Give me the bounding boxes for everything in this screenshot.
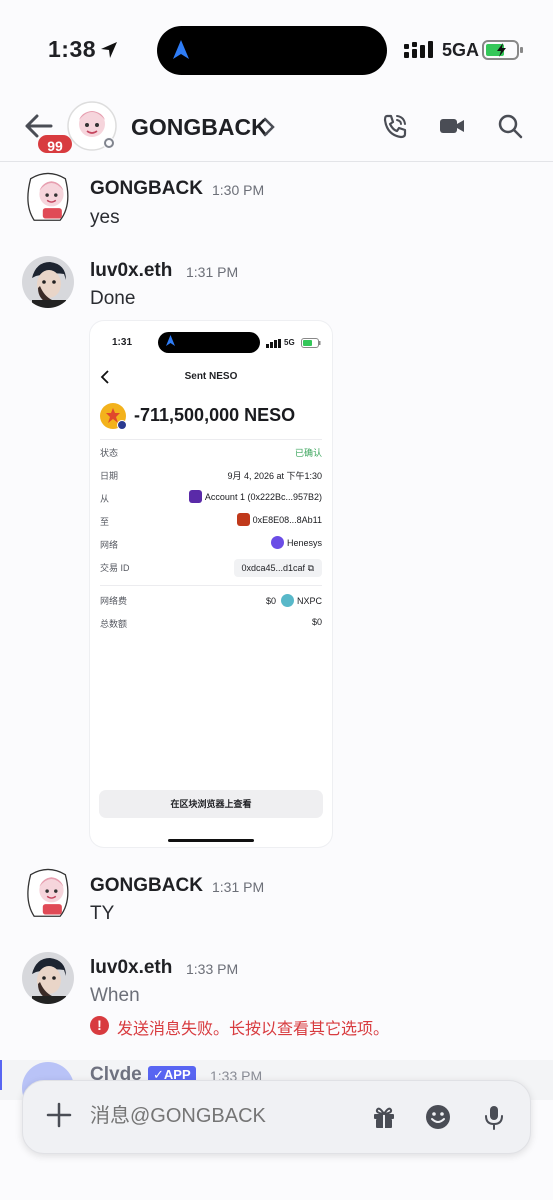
detail-label: 从 bbox=[100, 494, 110, 504]
divider bbox=[100, 585, 322, 586]
fee-amount: $0 bbox=[265, 596, 276, 606]
error-icon: ! bbox=[90, 1016, 109, 1035]
avatar[interactable] bbox=[22, 952, 74, 1004]
chevron-right-icon[interactable] bbox=[262, 117, 276, 137]
send-failed-message[interactable]: 发送消息失败。长按以查看其它选项。 bbox=[117, 1015, 389, 1039]
to-value: 0xE8E08...8Ab11 bbox=[236, 513, 322, 526]
signal-icon bbox=[404, 41, 433, 58]
neso-coin-icon bbox=[100, 403, 127, 430]
search-icon[interactable] bbox=[496, 112, 524, 140]
detail-label: 交易 ID bbox=[100, 563, 130, 573]
message-author[interactable]: luv0x.eth bbox=[90, 260, 172, 282]
navigation-arrow-icon bbox=[173, 40, 189, 59]
network-label: 5GA bbox=[442, 40, 480, 60]
from-value: Account 1 (0x222Bc...957B2) bbox=[188, 490, 322, 503]
date-value: 9月 4, 2026 at 下午1:30 bbox=[227, 471, 322, 481]
avatar[interactable] bbox=[22, 866, 74, 918]
total-value: $0 bbox=[311, 617, 322, 627]
to-address: 0xE8E08...8Ab11 bbox=[252, 515, 322, 525]
message-text: Done bbox=[90, 288, 136, 309]
detail-label: 至 bbox=[100, 517, 110, 527]
home-indicator bbox=[168, 839, 254, 842]
message-text: yes bbox=[90, 207, 120, 228]
message-author[interactable]: luv0x.eth bbox=[90, 957, 172, 979]
plus-icon[interactable] bbox=[46, 1102, 72, 1128]
from-address: Account 1 (0x222Bc...957B2) bbox=[204, 492, 322, 502]
message-timestamp: 1:30 PM bbox=[212, 182, 265, 198]
dynamic-island bbox=[157, 26, 387, 75]
network-fee-value: $0 NXPC bbox=[266, 594, 322, 607]
detail-label: 网络费 bbox=[100, 596, 128, 606]
tx-id-value: 0xdca45...d1caf bbox=[241, 563, 306, 573]
phone-icon[interactable] bbox=[381, 112, 409, 140]
message-timestamp: 1:31 PM bbox=[212, 879, 265, 895]
avatar[interactable] bbox=[22, 170, 74, 222]
status-bar: 1:38 5GA bbox=[0, 0, 553, 100]
status-value: 已确认 bbox=[294, 448, 322, 458]
detail-label: 网络 bbox=[100, 540, 119, 550]
detail-label: 日期 bbox=[100, 471, 119, 481]
view-on-explorer-button: 在区块浏览器上查看 bbox=[99, 790, 323, 818]
location-arrow-icon bbox=[101, 42, 117, 58]
detail-label: 总数额 bbox=[100, 619, 128, 629]
message-author[interactable]: GONGBACK bbox=[90, 178, 203, 200]
avatar[interactable] bbox=[66, 100, 118, 152]
battery-icon bbox=[301, 338, 321, 348]
screenshot-status-time: 1:31 bbox=[112, 337, 133, 348]
copy-icon: ⧉ bbox=[307, 563, 314, 573]
fee-token: NXPC bbox=[296, 596, 322, 606]
message-text: TY bbox=[90, 903, 115, 924]
video-camera-icon[interactable] bbox=[438, 112, 466, 140]
message-author[interactable]: GONGBACK bbox=[90, 875, 203, 897]
emoji-icon[interactable] bbox=[425, 1104, 451, 1130]
transaction-amount: -711,500,000 NESO bbox=[134, 405, 296, 425]
recipient-icon bbox=[236, 513, 250, 526]
message-timestamp: 1:33 PM bbox=[186, 961, 239, 977]
detail-label: 状态 bbox=[100, 448, 119, 458]
microphone-icon[interactable] bbox=[482, 1104, 506, 1130]
image-attachment[interactable]: 1:31 5G Sent NESO -711,500,000 NESO 状态 已… bbox=[90, 321, 332, 847]
page-title[interactable]: GONGBACK bbox=[131, 114, 268, 141]
screenshot-network-label: 5G bbox=[284, 338, 295, 347]
battery-icon bbox=[482, 40, 523, 60]
screenshot-title: Sent NESO bbox=[184, 371, 238, 382]
message-input[interactable] bbox=[90, 1105, 340, 1128]
network-name: Henesys bbox=[286, 538, 322, 548]
divider bbox=[100, 439, 322, 440]
gift-icon[interactable] bbox=[371, 1104, 397, 1130]
tx-id-chip: 0xdca45...d1caf ⧉ bbox=[233, 559, 322, 577]
signal-icon bbox=[266, 339, 281, 348]
message-text: When bbox=[90, 985, 140, 1006]
status-time: 1:38 bbox=[48, 36, 97, 62]
highlight-bar bbox=[0, 1060, 2, 1090]
account-icon bbox=[188, 490, 202, 503]
nxpc-icon bbox=[280, 594, 294, 607]
avatar[interactable] bbox=[22, 256, 74, 308]
network-value: Henesys bbox=[270, 536, 322, 549]
message-timestamp: 1:31 PM bbox=[186, 264, 239, 280]
navigation-arrow-icon bbox=[166, 335, 175, 346]
henesys-icon bbox=[270, 536, 284, 549]
